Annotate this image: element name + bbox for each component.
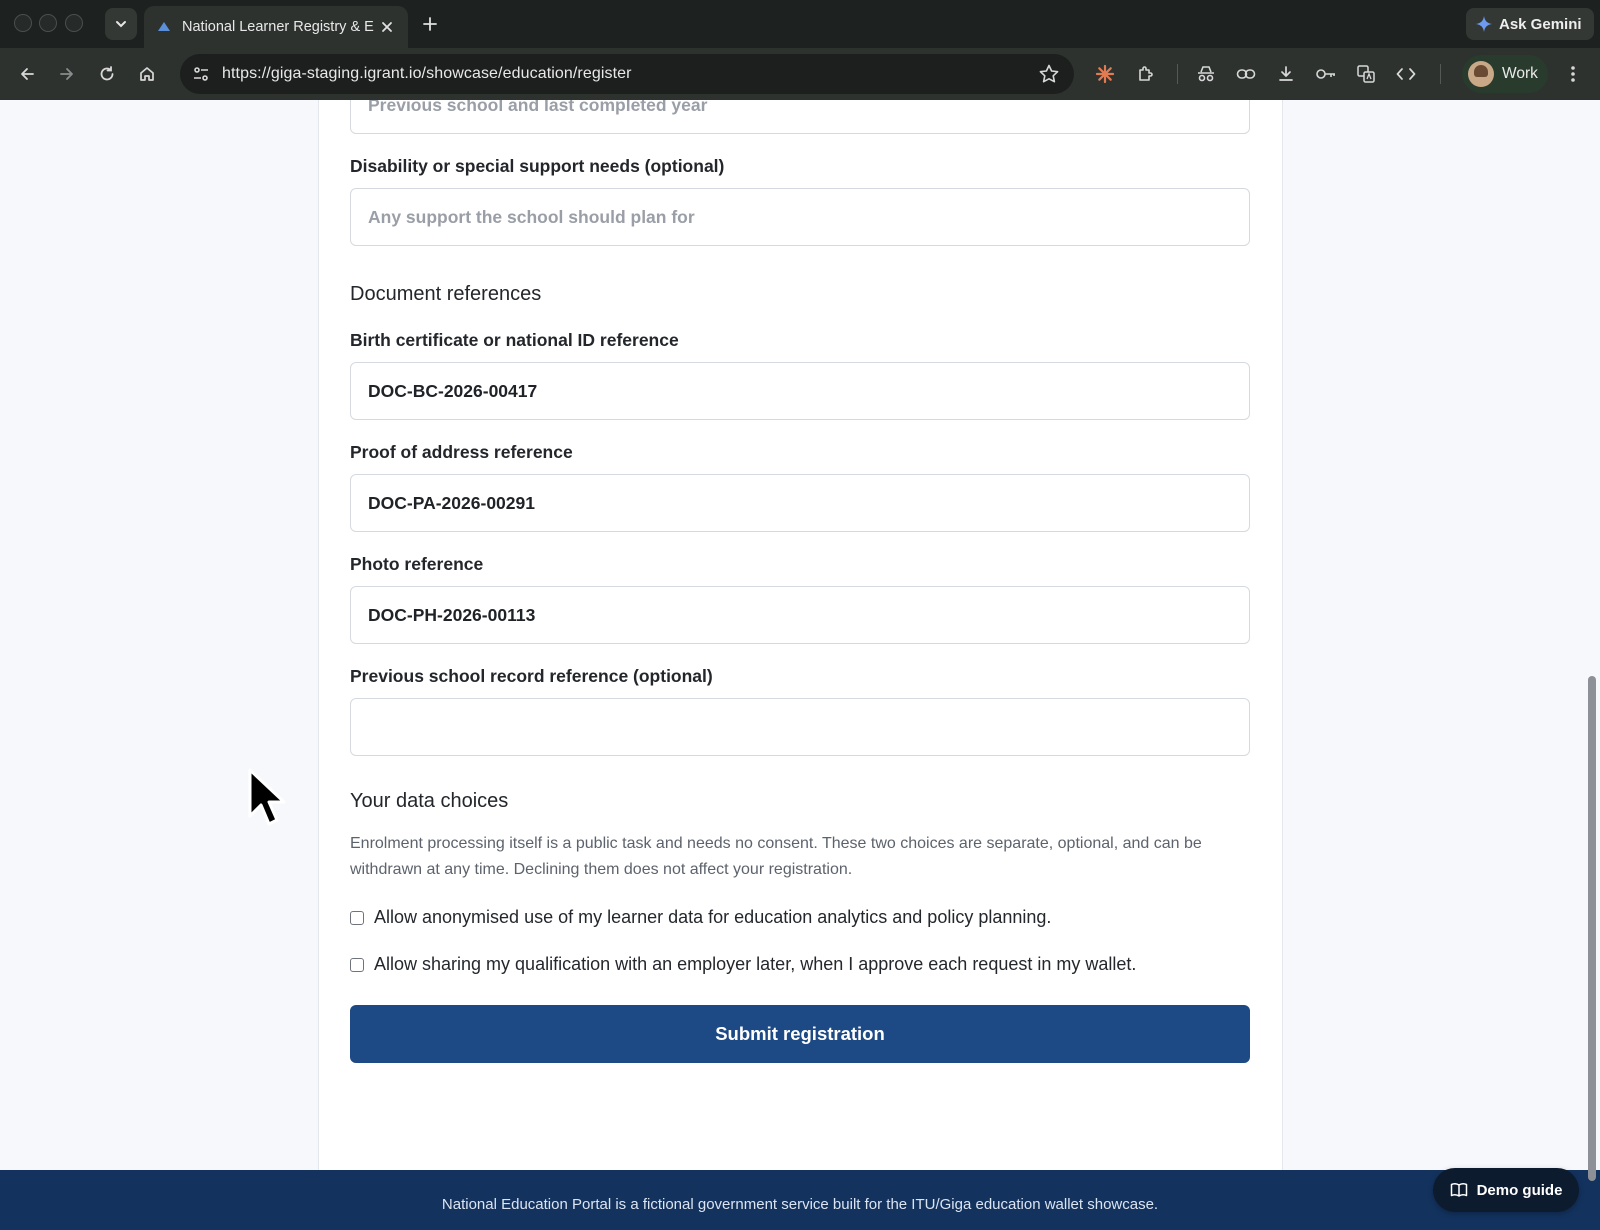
page-viewport: Disability or special support needs (opt… [0,100,1600,1230]
disability-input[interactable] [350,188,1250,246]
page-scrollbar-thumb[interactable] [1588,676,1596,1181]
reload-icon [100,66,114,81]
avatar [1468,61,1494,87]
birth-certificate-label: Birth certificate or national ID referen… [350,330,679,350]
consent-employer-checkbox[interactable] [350,957,364,972]
mouse-pointer-icon [248,768,286,826]
previous-school-input[interactable] [350,100,1250,134]
home-button[interactable] [134,61,160,87]
site-settings-icon[interactable] [192,64,212,84]
dev-tools-icon[interactable] [1393,61,1419,87]
favicon-icon [156,19,172,35]
browser-menu-button[interactable] [1560,61,1586,87]
window-minimize-button[interactable] [39,14,57,32]
ask-gemini-label: Ask Gemini [1499,15,1582,33]
data-choices-heading: Your data choices [350,790,509,812]
consent-analytics-label[interactable]: Allow anonymised use of my learner data … [374,907,1051,928]
toolbar-divider [1177,64,1178,84]
previous-record-label: Previous school record reference (option… [350,666,713,686]
address-bar[interactable]: https://giga-staging.igrant.io/showcase/… [180,54,1074,94]
photo-reference-label: Photo reference [350,554,484,574]
footer-text: National Education Portal is a fictional… [441,1195,1159,1213]
tab-strip: National Learner Registry & E Ask Gemini [0,0,1600,48]
birth-certificate-input[interactable] [350,362,1250,420]
document-references-heading: Document references [350,283,542,305]
download-icon[interactable] [1273,61,1299,87]
tab-search-button[interactable] [105,8,137,40]
arrow-left-icon [21,68,34,80]
plus-icon [423,17,437,31]
browser-tab[interactable]: National Learner Registry & E [144,6,408,48]
claude-extension-icon[interactable] [1092,61,1118,87]
bookmark-star-icon[interactable] [1038,63,1060,85]
submit-registration-button[interactable]: Submit registration [350,1005,1250,1063]
chevron-down-icon [116,21,126,28]
previous-record-input[interactable] [350,698,1250,756]
photo-reference-input[interactable] [350,586,1250,644]
incognito-icon[interactable] [1193,61,1219,87]
demo-guide-button[interactable]: Demo guide [1433,1168,1579,1212]
book-open-icon [1450,1181,1468,1199]
demo-guide-label: Demo guide [1476,1181,1563,1199]
reload-button[interactable] [94,61,120,87]
tab-title: National Learner Registry & E [182,19,374,35]
consent-employer-label[interactable]: Allow sharing my qualification with an e… [374,954,1136,975]
ask-gemini-button[interactable]: Ask Gemini [1466,8,1594,40]
data-choices-help: Enrolment processing itself is a public … [350,835,1202,878]
browser-chrome: National Learner Registry & E Ask Gemini [0,0,1600,100]
toolbar-divider [1440,64,1441,84]
back-button[interactable] [14,61,40,87]
site-footer: National Education Portal is a fictional… [0,1170,1600,1230]
home-icon [140,67,154,81]
translate-icon[interactable] [1353,61,1379,87]
window-zoom-button[interactable] [65,14,83,32]
profile-button[interactable]: Work [1462,55,1548,93]
proof-of-address-input[interactable] [350,474,1250,532]
consent-employer-row[interactable]: Allow sharing my qualification with an e… [350,954,1136,975]
profile-name: Work [1502,65,1538,82]
gemini-sparkle-icon [1476,16,1492,32]
close-icon[interactable] [378,18,396,36]
url-text: https://giga-staging.igrant.io/showcase/… [222,65,632,82]
forward-button[interactable] [54,61,80,87]
proof-of-address-label: Proof of address reference [350,442,573,462]
consent-analytics-row[interactable]: Allow anonymised use of my learner data … [350,907,1051,928]
link-icon[interactable] [1233,61,1259,87]
arrow-right-icon [60,68,73,80]
more-vertical-icon [1571,66,1575,82]
consent-analytics-checkbox[interactable] [350,910,364,925]
browser-toolbar: https://giga-staging.igrant.io/showcase/… [0,48,1600,100]
new-tab-button[interactable] [418,12,442,36]
extensions-icon[interactable] [1132,61,1158,87]
window-close-button[interactable] [14,14,32,32]
password-key-icon[interactable] [1313,61,1339,87]
disability-label: Disability or special support needs (opt… [350,156,725,176]
